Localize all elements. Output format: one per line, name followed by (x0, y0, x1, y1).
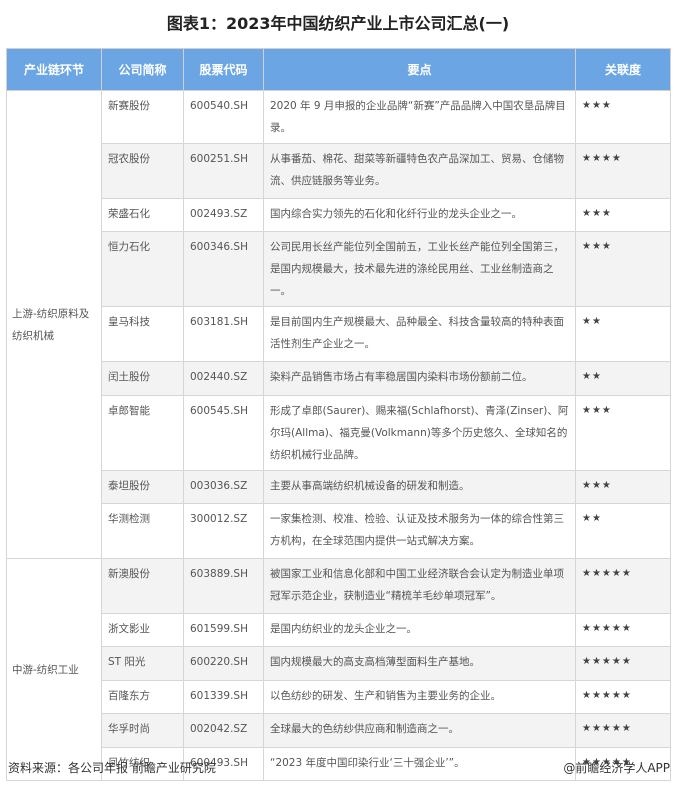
stock-code: 600220.SH (183, 646, 264, 681)
table-row: 华孚时尚 002042.SZ 全球最大的色纺纱供应商和制造商之一。 ★★★★★ (7, 713, 671, 748)
stock-code: 600545.SH (183, 395, 264, 471)
key-point: 是国内纺织业的龙头企业之一。 (263, 613, 576, 647)
relevance-stars: ★★ (575, 361, 671, 396)
key-point: 一家集检测、校准、检验、认证及技术服务为一体的综合性第三方机构，在全球范围内提供… (263, 503, 576, 559)
table-row: 泰坦股份 003036.SZ 主要从事高端纺织机械设备的研发和制造。 ★★★ (7, 470, 671, 504)
key-point: 形成了卓郎(Saurer)、赐来福(Schlafhorst)、青泽(Zinser… (263, 395, 576, 471)
relevance-stars: ★★★★★ (575, 613, 671, 647)
stock-code: 601339.SH (183, 680, 264, 714)
company-table: 产业链环节 公司简称 股票代码 要点 关联度 上游-纺织原料及纺织机械 新赛股份 6… (6, 48, 671, 781)
table-row: 浙文影业 601599.SH 是国内纺织业的龙头企业之一。 ★★★★★ (7, 613, 671, 647)
company-name: 华孚时尚 (101, 713, 184, 748)
table-row: 上游-纺织原料及纺织机械 新赛股份 600540.SH 2020 年 9 月申报的企业… (6, 90, 671, 559)
company-name: 皇马科技 (101, 306, 184, 362)
table-row: 冠农股份 600251.SH 从事番茄、棉花、甜菜等新疆特色农产品深加工、贸易、仓储… (7, 143, 671, 199)
key-point: “2023 年度中国印染行业‘三十强企业’”。 (263, 747, 576, 781)
company-name: 闰土股份 (101, 361, 184, 396)
table-row: 闰土股份 002440.SZ 染料产品销售市场占有率稳居国内染料市场份额前二位。 ★★ (7, 361, 671, 396)
table-row: 华测检测 300012.SZ 一家集检测、校准、检验、认证及技术服务为一体的综合性第… (7, 503, 671, 559)
stock-code: 002440.SZ (183, 361, 264, 396)
header-point: 要点 (263, 48, 576, 91)
company-name: 泰坦股份 (101, 470, 184, 504)
key-point: 以色纺纱的研发、生产和销售为主要业务的企业。 (263, 680, 576, 714)
key-point: 主要从事高端纺织机械设备的研发和制造。 (263, 470, 576, 504)
company-name: 恒力石化 (101, 231, 184, 307)
stock-code: 600251.SH (183, 143, 264, 199)
key-point: 被国家工业和信息化部和中国工业经济联合会认定为制造业单项冠军示范企业，获制造业“… (263, 558, 576, 614)
stock-code: 300012.SZ (183, 503, 264, 559)
company-name: 荣盛石化 (101, 198, 184, 232)
stock-code: 002493.SZ (183, 198, 264, 232)
relevance-stars: ★★★ (575, 198, 671, 232)
stock-code: 600540.SH (183, 90, 264, 144)
key-point: 染料产品销售市场占有率稳居国内染料市场份额前二位。 (263, 361, 576, 396)
relevance-stars: ★★ (575, 503, 671, 559)
header-relevance: 关联度 (575, 48, 671, 91)
company-name: 卓郎智能 (101, 395, 184, 471)
company-name: 新澳股份 (101, 558, 184, 614)
company-name: ST 阳光 (101, 646, 184, 681)
table-header: 产业链环节 公司简称 股票代码 要点 关联度 (6, 48, 671, 91)
relevance-stars: ★★ (575, 306, 671, 362)
relevance-stars: ★★★ (575, 90, 671, 144)
relevance-stars: ★★★★★ (575, 713, 671, 748)
segment-cell: 上游-纺织原料及纺织机械 (6, 90, 102, 559)
company-name: 百隆东方 (101, 680, 184, 714)
segment-cell: 中游-纺织工业 (6, 558, 102, 781)
stock-code: 002042.SZ (183, 713, 264, 748)
key-point: 是目前国内生产规模最大、品种最全、科技含量较高的特种表面活性剂生产企业之一。 (263, 306, 576, 362)
key-point: 国内规模最大的高支高档薄型面料生产基地。 (263, 646, 576, 681)
relevance-stars: ★★★★★ (575, 646, 671, 681)
key-point: 全球最大的色纺纱供应商和制造商之一。 (263, 713, 576, 748)
header-segment: 产业链环节 (6, 48, 102, 91)
header-code: 股票代码 (183, 48, 264, 91)
stock-code: 603889.SH (183, 558, 264, 614)
header-name: 公司简称 (101, 48, 184, 91)
brand-credit: @前瞻经济学人APP (563, 761, 670, 775)
company-name: 浙文影业 (101, 613, 184, 647)
company-name: 新赛股份 (101, 90, 184, 144)
source-note: 资料来源：各公司年报 前瞻产业研究院 (8, 761, 216, 775)
table-row: 卓郎智能 600545.SH 形成了卓郎(Saurer)、赐来福(Schlafhor… (7, 395, 671, 471)
key-point: 国内综合实力领先的石化和化纤行业的龙头企业之一。 (263, 198, 576, 232)
table-row: 恒力石化 600346.SH 公司民用长丝产能位列全国前五，工业长丝产能位列全国第三… (7, 231, 671, 307)
stock-code: 603181.SH (183, 306, 264, 362)
relevance-stars: ★★★★★ (575, 558, 671, 614)
relevance-stars: ★★★ (575, 231, 671, 307)
stock-code: 601599.SH (183, 613, 264, 647)
table-row: 荣盛石化 002493.SZ 国内综合实力领先的石化和化纤行业的龙头企业之一。 ★★★ (7, 198, 671, 232)
key-point: 公司民用长丝产能位列全国前五，工业长丝产能位列全国第三，是国内规模最大，技术最先… (263, 231, 576, 307)
relevance-stars: ★★★ (575, 470, 671, 504)
table-row: 中游-纺织工业 新澳股份 603889.SH 被国家工业和信息化部和中国工业经济联合会… (6, 558, 671, 781)
stock-code: 600346.SH (183, 231, 264, 307)
table-row: 皇马科技 603181.SH 是目前国内生产规模最大、品种最全、科技含量较高的特种表… (7, 306, 671, 362)
stock-code: 003036.SZ (183, 470, 264, 504)
table-row: 百隆东方 601339.SH 以色纺纱的研发、生产和销售为主要业务的企业。 ★★★★★ (7, 680, 671, 714)
relevance-stars: ★★★★ (575, 143, 671, 199)
company-name: 华测检测 (101, 503, 184, 559)
table-row: ST 阳光 600220.SH 国内规模最大的高支高档薄型面料生产基地。 ★★★★★ (7, 646, 671, 681)
key-point: 从事番茄、棉花、甜菜等新疆特色农产品深加工、贸易、仓储物流、供应链服务等业务。 (263, 143, 576, 199)
relevance-stars: ★★★★★ (575, 680, 671, 714)
relevance-stars: ★★★ (575, 395, 671, 471)
page-title: 图表1：2023年中国纺织产业上市公司汇总(一) (166, 14, 510, 33)
company-name: 冠农股份 (101, 143, 184, 199)
key-point: 2020 年 9 月申报的企业品牌“新赛”产品品牌入中国农垦品牌目录。 (263, 90, 576, 144)
